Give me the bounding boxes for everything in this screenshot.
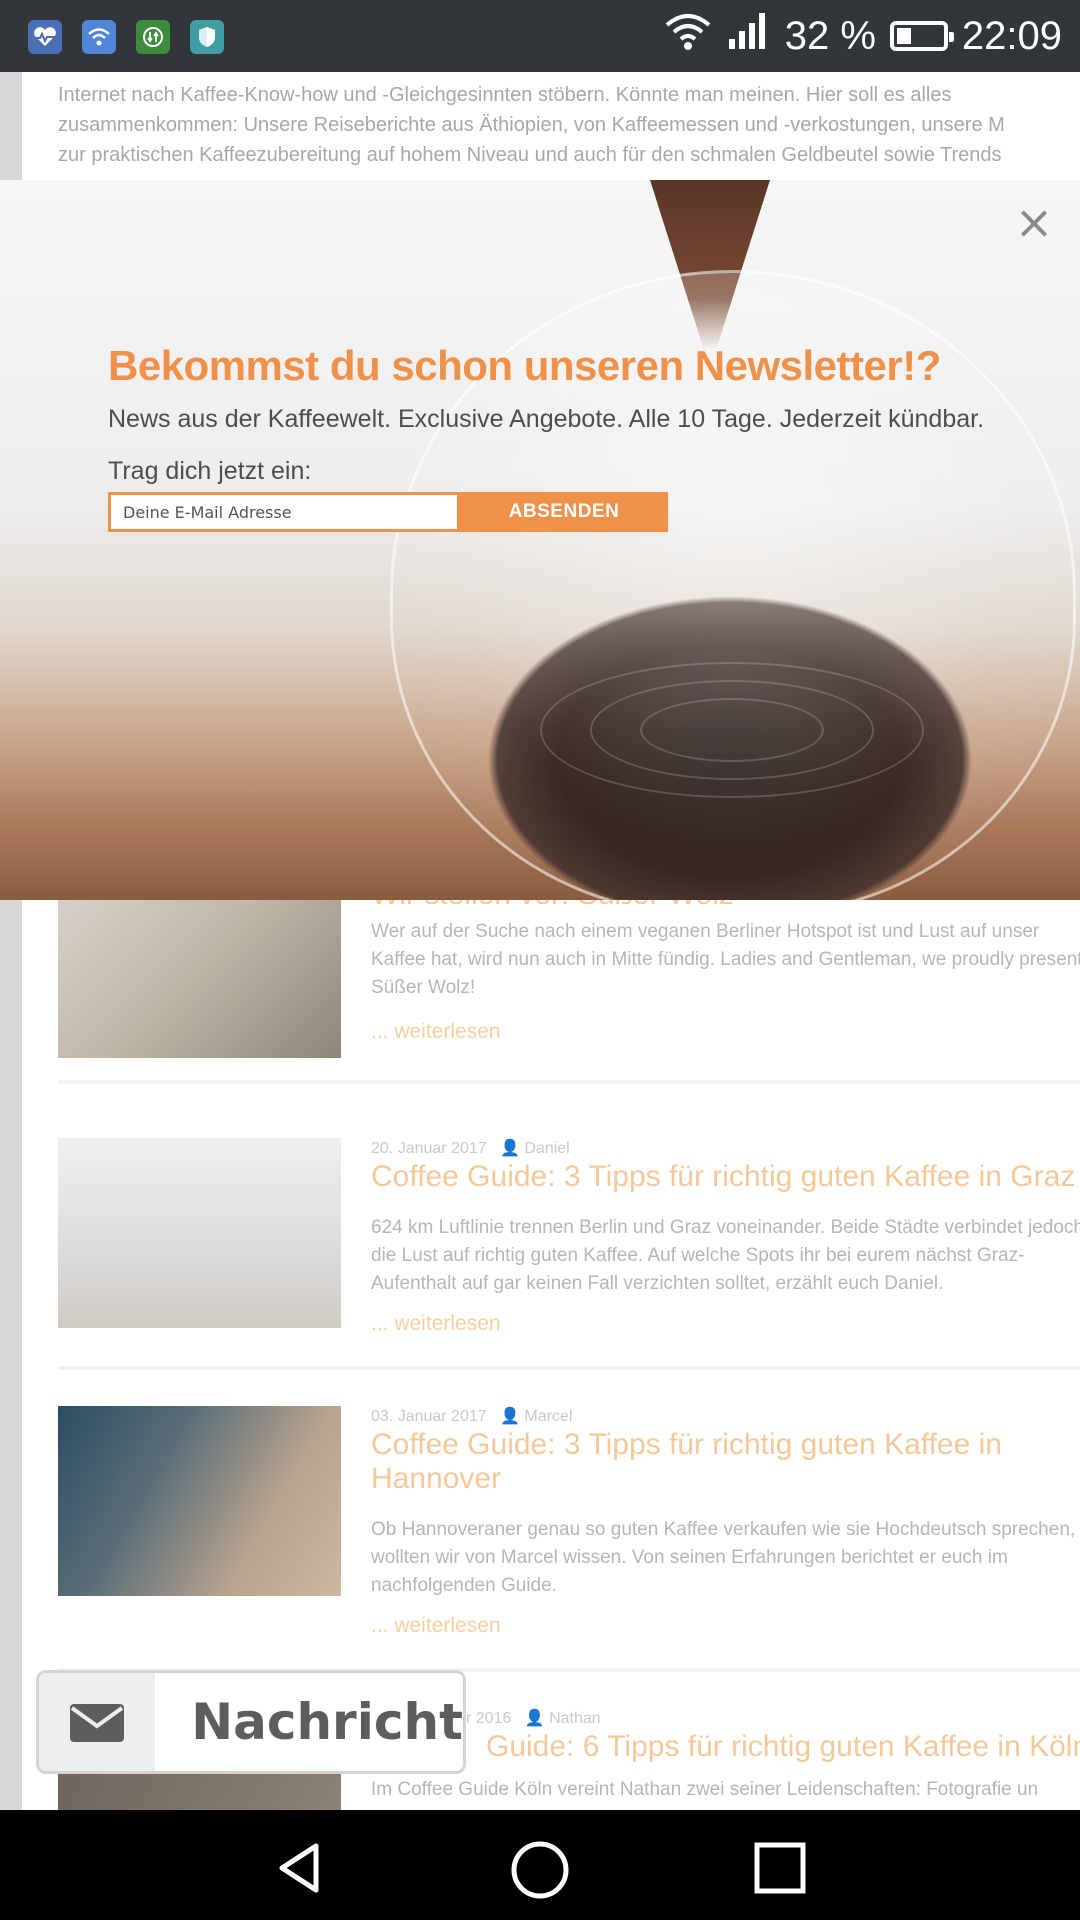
article-excerpt: Im Coffee Guide Köln vereint Nathan zwei…	[371, 1779, 1039, 1800]
article-excerpt: Wer auf der Suche nach einem veganen Ber…	[371, 921, 1080, 998]
article-title[interactable]: Coffee Guide: 3 Tipps für richtig guten …	[371, 1160, 1080, 1194]
shield-app-icon	[190, 20, 224, 54]
author-icon: 👤	[524, 1710, 545, 1727]
clock: 22:09	[961, 13, 1062, 58]
article-date: 20. Januar 2017	[371, 1140, 487, 1157]
back-icon[interactable]	[272, 1840, 328, 1896]
battery-level	[896, 28, 911, 44]
article-thumbnail[interactable]	[58, 1138, 341, 1328]
data-transfer-icon	[136, 20, 170, 54]
article-author[interactable]: Daniel	[524, 1140, 569, 1157]
author-icon: 👤	[500, 1140, 520, 1157]
message-button[interactable]: Nachricht	[36, 1670, 466, 1774]
article-excerpt: 624 km Luftlinie trennen Berlin und Graz…	[371, 1217, 1080, 1294]
read-more-link[interactable]: ... weiterlesen	[371, 1312, 501, 1336]
newsletter-modal: × Bekommst du schon unseren Newsletter!?…	[0, 180, 1080, 900]
newsletter-prompt: Trag dich jetzt ein:	[108, 457, 312, 485]
status-bar: 32 % 22:09	[0, 0, 1080, 72]
article-author[interactable]: Marcel	[524, 1408, 572, 1425]
home-icon[interactable]	[510, 1840, 569, 1899]
article-divider	[58, 1080, 1080, 1084]
article-title[interactable]: Guide: 6 Tipps für richtig guten Kaffee …	[486, 1730, 1080, 1764]
article-author[interactable]: Nathan	[549, 1710, 601, 1727]
article-meta: 20. Januar 2017 👤 Daniel	[371, 1138, 570, 1158]
battery-percent: 32 %	[784, 13, 876, 58]
author-icon: 👤	[500, 1408, 520, 1425]
battery-icon	[889, 21, 954, 51]
navigation-bar	[0, 1810, 1080, 1920]
submit-button[interactable]: ABSENDEN	[460, 492, 668, 532]
article-date: r 2016	[466, 1710, 512, 1727]
article-title[interactable]: Coffee Guide: 3 Tipps für richtig guten …	[371, 1428, 1080, 1496]
newsletter-subtitle: News aus der Kaffeewelt. Exclusive Angeb…	[108, 405, 985, 433]
intro-line: zur praktischen Kaffeezubereitung auf ho…	[58, 144, 1002, 166]
close-icon[interactable]: ×	[1010, 198, 1058, 246]
article-date: 03. Januar 2017	[371, 1408, 487, 1425]
newsletter-form: ABSENDEN	[108, 492, 668, 532]
email-field[interactable]	[108, 492, 460, 532]
recents-icon[interactable]	[752, 1840, 808, 1896]
coffee-ripple	[540, 662, 924, 798]
intro-line: Internet nach Kaffee-Know-how und -Gleic…	[58, 84, 952, 106]
read-more-link[interactable]: ... weiterlesen	[371, 1614, 501, 1638]
intro-text: Internet nach Kaffee-Know-how und -Gleic…	[58, 80, 1080, 170]
article-meta: r 2016 👤 Nathan	[466, 1708, 601, 1728]
cell-signal-icon	[727, 11, 771, 61]
article-meta: 03. Januar 2017 👤 Marcel	[371, 1406, 572, 1426]
article-thumbnail[interactable]	[58, 1406, 341, 1596]
newsletter-heading: Bekommst du schon unseren Newsletter!?	[108, 342, 941, 389]
envelope-icon	[39, 1673, 156, 1771]
wifi-signal-icon	[663, 11, 713, 61]
read-more-link[interactable]: ... weiterlesen	[371, 1020, 501, 1044]
article-divider	[58, 1366, 1080, 1370]
health-app-icon	[28, 20, 62, 54]
article-excerpt: Ob Hannoveraner genau so guten Kaffee ve…	[371, 1519, 1076, 1596]
intro-line: zusammenkommen: Unsere Reiseberichte aus…	[58, 114, 1005, 136]
wifi-assist-icon	[82, 20, 116, 54]
message-label: Nachricht	[191, 1693, 463, 1751]
